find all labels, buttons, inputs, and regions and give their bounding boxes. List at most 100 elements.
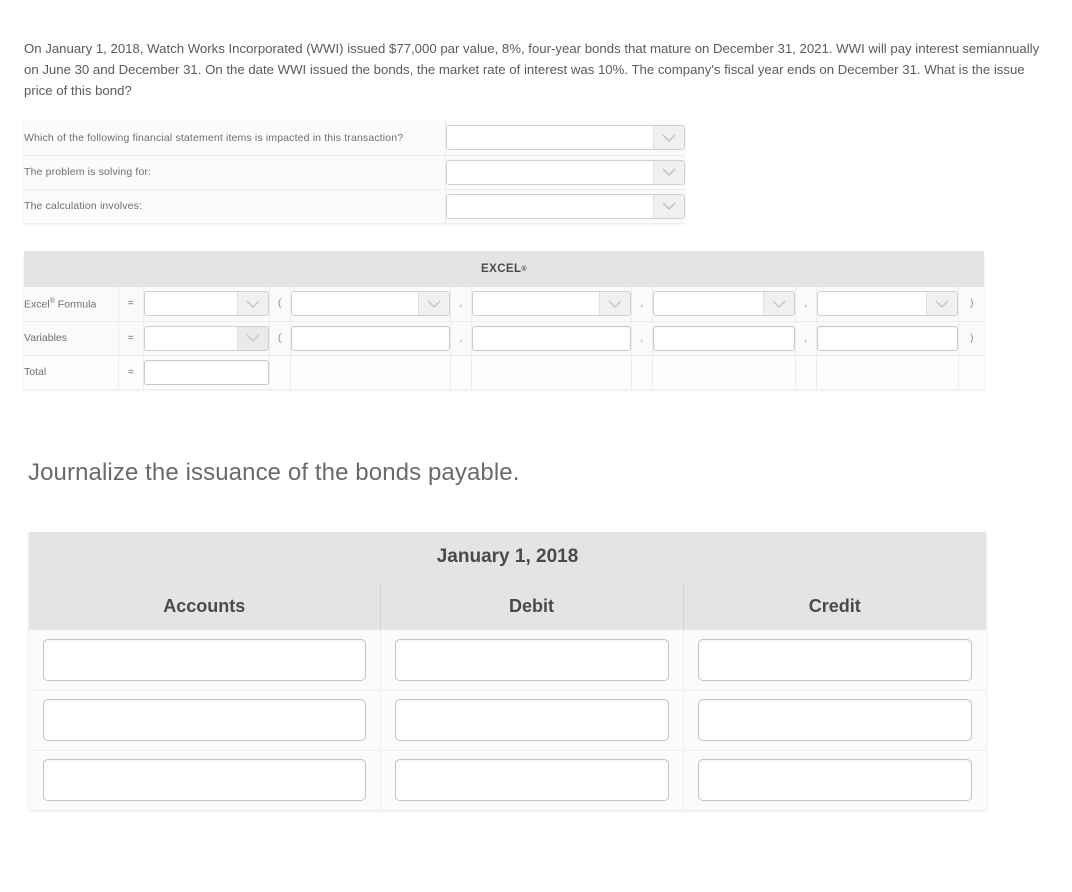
accounts-input-1[interactable] — [43, 699, 366, 741]
variable-field-1 — [290, 321, 451, 355]
total-spacer-6 — [652, 355, 796, 389]
formula-field-4 — [816, 287, 960, 321]
question-control-0 — [445, 121, 685, 155]
formula-field-3 — [652, 287, 796, 321]
chevron-down-icon[interactable] — [417, 292, 449, 316]
variable-input-2[interactable] — [471, 325, 631, 351]
excel-arg1-select[interactable] — [290, 291, 450, 317]
column-header-credit: Credit — [683, 582, 987, 630]
chevron-down-icon[interactable] — [762, 292, 794, 316]
table-row: The problem is solving for: — [24, 155, 685, 189]
select-value — [145, 326, 237, 350]
total-spacer-7 — [795, 355, 817, 389]
column-header-debit: Debit — [380, 582, 684, 630]
variable-input-3[interactable] — [652, 325, 795, 351]
comma-separator: , — [450, 287, 472, 321]
registered-trademark-icon: ® — [521, 265, 527, 273]
select-value — [446, 194, 653, 218]
table-row-total: Total = — [24, 355, 984, 389]
financial-statement-item-select[interactable] — [445, 125, 685, 151]
column-header-accounts: Accounts — [29, 582, 381, 630]
question-label-0: Which of the following financial stateme… — [24, 121, 446, 155]
comma-separator: , — [450, 321, 472, 355]
table-row-variables: Variables = ( , , ,) — [24, 321, 984, 355]
chevron-down-icon[interactable] — [653, 126, 684, 150]
debit-input-0[interactable] — [394, 638, 669, 681]
total-label: Total — [24, 355, 119, 389]
comma-separator: , — [631, 321, 653, 355]
formula-field-2 — [471, 287, 632, 321]
comma-separator: , — [795, 287, 817, 321]
question-control-2 — [445, 189, 685, 223]
variable-field-4 — [816, 321, 960, 355]
comma-separator: , — [795, 321, 817, 355]
journal-cell-accounts-1 — [29, 689, 381, 750]
table-row — [29, 689, 987, 750]
chevron-down-icon[interactable] — [236, 292, 268, 316]
open-paren: ( — [269, 321, 291, 355]
excel-panel: EXCEL ® Excel® Formula = (, , ,) Varia… — [24, 251, 984, 389]
problem-statement: On January 1, 2018, Watch Works Incorpor… — [24, 41, 1040, 98]
excel-arg2-select[interactable] — [471, 291, 631, 317]
chevron-down-icon[interactable] — [236, 326, 268, 350]
chevron-down-icon[interactable] — [598, 292, 630, 316]
credit-input-0[interactable] — [697, 638, 973, 681]
formula-field-0 — [143, 287, 270, 321]
variable-function-select[interactable] — [144, 325, 269, 351]
journal-cell-accounts-2 — [29, 749, 381, 810]
debit-input-2[interactable] — [394, 759, 669, 802]
chevron-down-icon[interactable] — [653, 160, 684, 184]
calculation-involves-select[interactable] — [445, 193, 685, 219]
equals-sign: = — [118, 287, 145, 321]
debit-input-1[interactable] — [394, 699, 669, 741]
journalize-heading: Journalize the issuance of the bonds pay… — [28, 459, 520, 486]
close-paren: ) — [958, 287, 984, 321]
journal-cell-accounts-0 — [29, 630, 381, 690]
variable-input-4[interactable] — [816, 325, 959, 351]
problem-solving-for-select[interactable] — [445, 159, 685, 185]
excel-arg3-select[interactable] — [652, 291, 795, 317]
journal-column-header-row: Accounts Debit Credit — [29, 582, 987, 630]
journal-entry-table: January 1, 2018 Accounts Debit Credit — [29, 532, 987, 810]
question-label-2: The calculation involves: — [24, 189, 446, 223]
variables-label: Variables — [24, 321, 119, 355]
journal-cell-credit-2 — [683, 749, 987, 810]
equals-sign: = — [118, 355, 145, 389]
label-text: Total — [24, 366, 47, 379]
excel-arg4-select[interactable] — [816, 291, 959, 317]
journal-cell-credit-0 — [683, 630, 987, 690]
credit-input-1[interactable] — [697, 699, 973, 741]
excel-title-text: EXCEL — [481, 263, 522, 275]
equals-sign: = — [118, 321, 145, 355]
comma-separator: , — [631, 287, 653, 321]
journal-date-row: January 1, 2018 — [29, 532, 987, 582]
chevron-down-icon[interactable] — [653, 194, 684, 218]
journal-date: January 1, 2018 — [29, 532, 987, 582]
credit-input-2[interactable] — [697, 759, 973, 802]
variable-field-3 — [652, 321, 796, 355]
journal-cell-debit-1 — [380, 689, 684, 750]
accounts-input-2[interactable] — [43, 759, 366, 802]
select-value — [145, 292, 237, 316]
question-label-1: The problem is solving for: — [24, 155, 446, 189]
label-text-rest: Formula — [54, 298, 97, 310]
variable-input-1[interactable] — [290, 325, 450, 351]
variable-field-0 — [143, 321, 270, 355]
excel-function-select[interactable] — [144, 291, 269, 317]
excel-formula-label: Excel® Formula — [24, 287, 119, 321]
select-value — [817, 292, 927, 316]
label-text: Excel — [24, 298, 50, 310]
total-spacer-1 — [269, 355, 291, 389]
select-value — [446, 126, 653, 150]
total-spacer-3 — [450, 355, 472, 389]
excel-panel-title: EXCEL ® — [24, 251, 984, 287]
question-table: Which of the following financial stateme… — [24, 121, 685, 223]
accounts-input-0[interactable] — [43, 638, 366, 681]
table-row-excel-formula: Excel® Formula = ( , , ,) — [24, 287, 984, 321]
formula-field-1 — [290, 287, 451, 321]
question-control-1 — [445, 155, 685, 189]
total-field — [143, 355, 270, 389]
total-input[interactable] — [144, 359, 269, 385]
table-row — [29, 749, 987, 810]
chevron-down-icon[interactable] — [926, 292, 958, 316]
